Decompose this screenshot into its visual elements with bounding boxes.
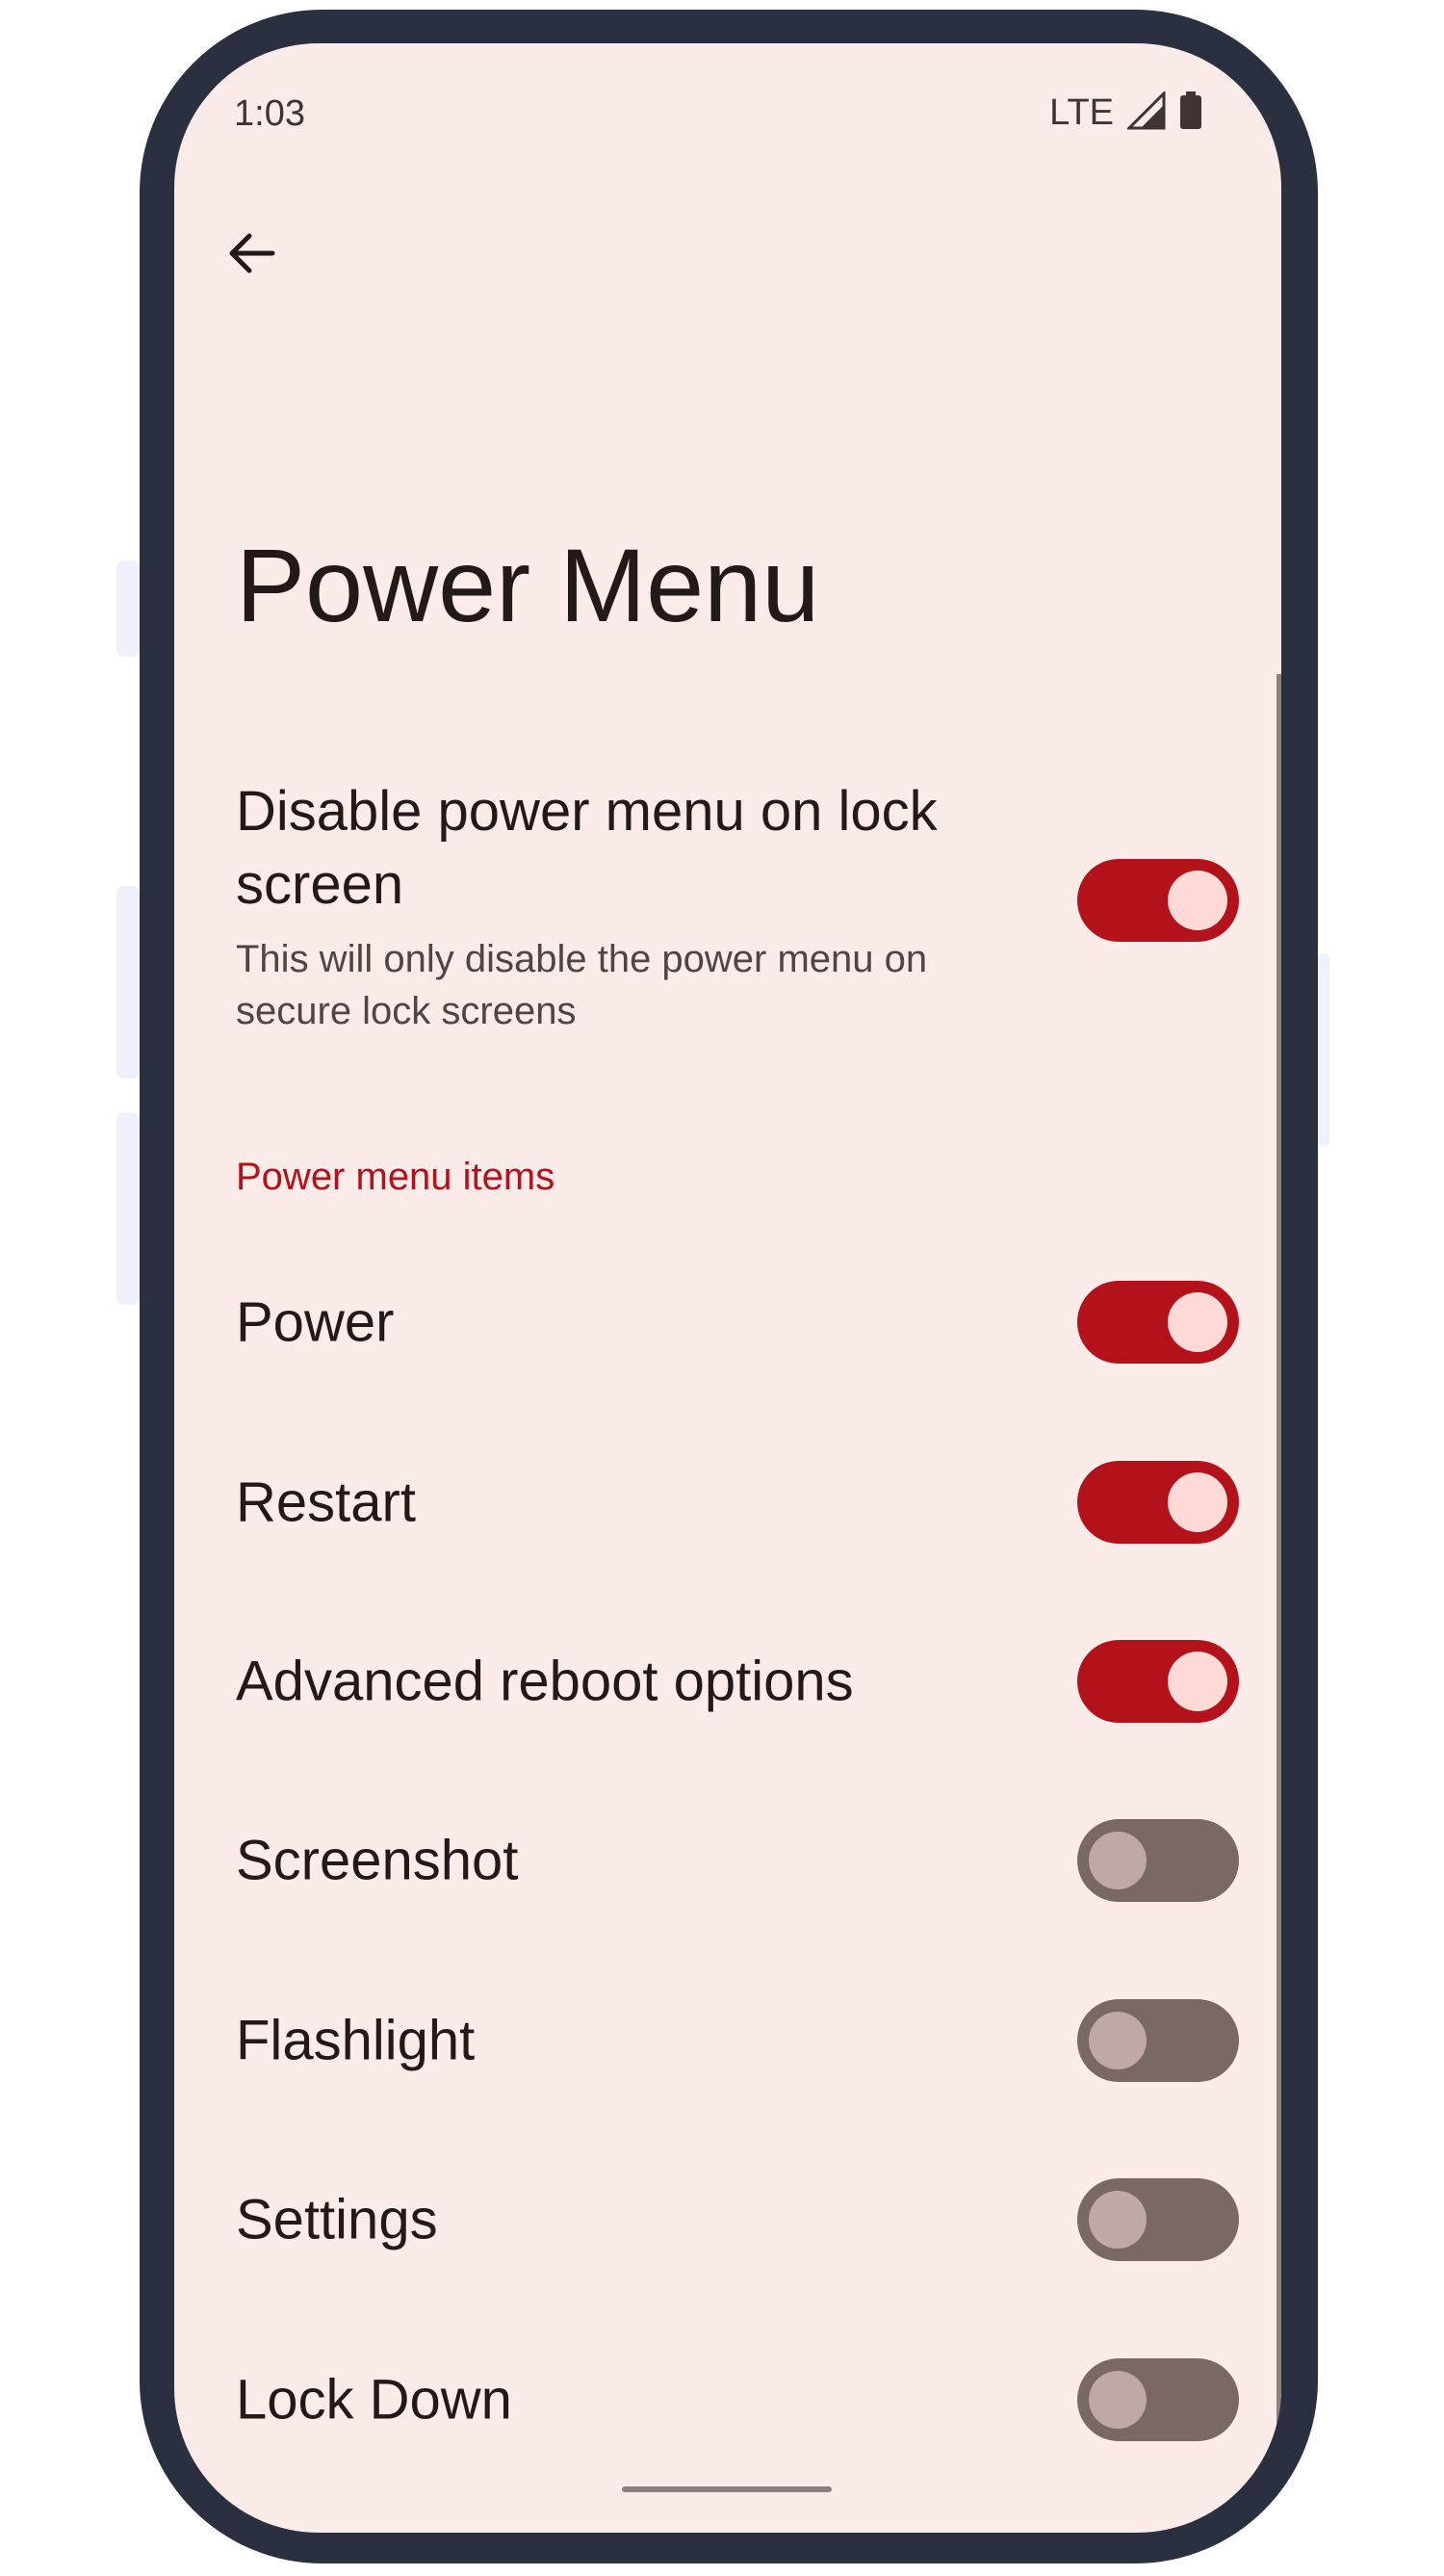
home-indicator[interactable] [622,2486,832,2492]
arrow-back-icon [224,226,278,285]
phone-screen: 1:03 LTE Power Menu Disable power menu o… [174,43,1281,2533]
side-button-lower [116,1112,140,1305]
pref-row-power[interactable]: Power [174,1264,1281,1380]
pref-row-advanced-reboot[interactable]: Advanced reboot options [174,1624,1281,1739]
side-button-upper [116,886,140,1079]
pref-row-restart[interactable]: Restart [174,1444,1281,1560]
lock-screen-switch-row [174,843,1281,958]
pref-label: Screenshot [236,1829,519,1892]
toggle-thumb [1168,1652,1227,1711]
pref-label: Restart [236,1470,416,1534]
pref-row-flashlight[interactable]: Flashlight [174,1983,1281,2098]
restart-toggle[interactable] [1077,1461,1239,1544]
toggle-thumb [1089,2191,1147,2249]
section-header: Power menu items [236,1156,555,1198]
advanced-reboot-toggle[interactable] [1077,1640,1239,1723]
toggle-thumb [1168,1292,1227,1352]
battery-icon [1179,91,1202,135]
toggle-thumb [1089,2371,1147,2429]
toggle-thumb [1168,871,1227,930]
settings-toggle[interactable] [1077,2178,1239,2261]
pref-label: Settings [236,2188,438,2251]
status-bar: 1:03 LTE [174,43,1281,188]
toggle-thumb [1168,1472,1227,1532]
status-icons: LTE [1049,90,1202,135]
power-toggle[interactable] [1077,1281,1239,1364]
page: 1:03 LTE Power Menu Disable power menu o… [0,0,1444,2576]
pref-row-lock-down[interactable]: Lock Down [174,2342,1281,2458]
lock-screen-toggle[interactable] [1077,859,1239,942]
lock-down-toggle[interactable] [1077,2358,1239,2441]
pref-row-settings[interactable]: Settings [174,2162,1281,2277]
page-title: Power Menu [236,527,820,643]
signal-icon [1125,90,1166,135]
pref-label: Flashlight [236,2009,476,2072]
pref-label: Advanced reboot options [236,1650,854,1713]
screenshot-toggle[interactable] [1077,1819,1239,1902]
status-time: 1:03 [234,93,305,134]
flashlight-toggle[interactable] [1077,1999,1239,2082]
back-button[interactable] [203,207,299,303]
toggle-thumb [1089,2012,1147,2069]
network-type: LTE [1049,92,1114,133]
pref-label: Power [236,1290,395,1354]
side-button-volume [116,560,140,657]
pref-row-screenshot[interactable]: Screenshot [174,1803,1281,1918]
pref-label: Lock Down [236,2368,512,2432]
toggle-thumb [1089,1832,1147,1889]
side-button-right [1318,953,1329,1146]
